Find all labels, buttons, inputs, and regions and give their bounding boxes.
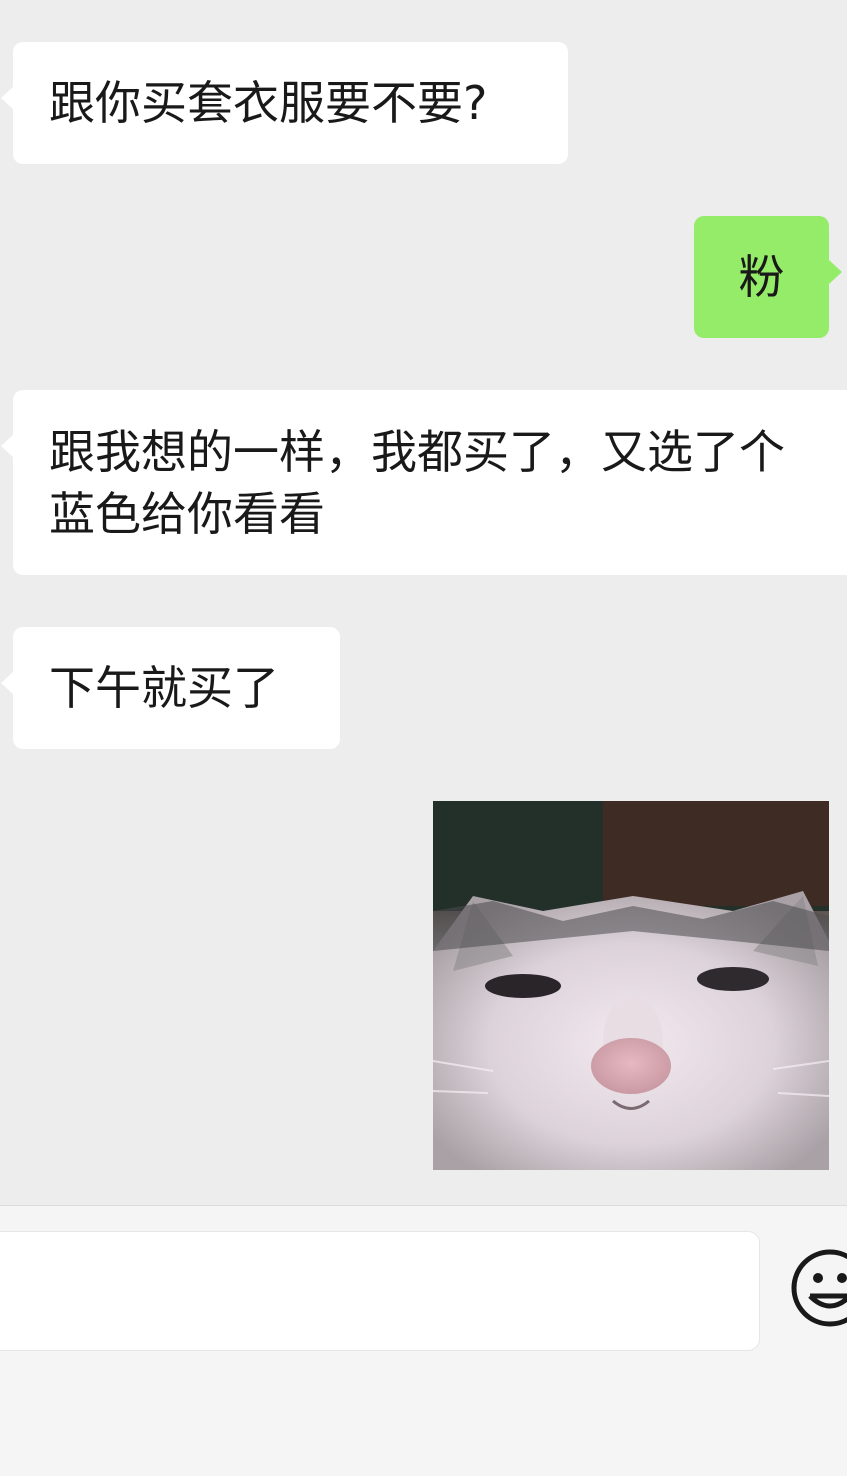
- chat-screen: 跟你买套衣服要不要? 粉 跟我想的一样，我都买了，又选了个蓝色给你看看 下午就买…: [0, 0, 847, 1476]
- message-bubble-incoming[interactable]: 跟你买套衣服要不要?: [1, 42, 568, 164]
- cat-face-sticker[interactable]: [433, 801, 829, 1170]
- emoji-smile-icon[interactable]: [790, 1248, 847, 1338]
- input-bar: [0, 1205, 847, 1476]
- message-input[interactable]: [0, 1231, 760, 1351]
- message-bubble-incoming[interactable]: 跟我想的一样，我都买了，又选了个蓝色给你看看: [1, 390, 847, 575]
- message-list[interactable]: 跟你买套衣服要不要? 粉 跟我想的一样，我都买了，又选了个蓝色给你看看 下午就买…: [0, 0, 847, 1205]
- message-bubble-incoming[interactable]: 下午就买了: [1, 627, 340, 749]
- message-bubble-outgoing[interactable]: 粉: [694, 216, 842, 338]
- cat-face-image: [433, 801, 829, 1170]
